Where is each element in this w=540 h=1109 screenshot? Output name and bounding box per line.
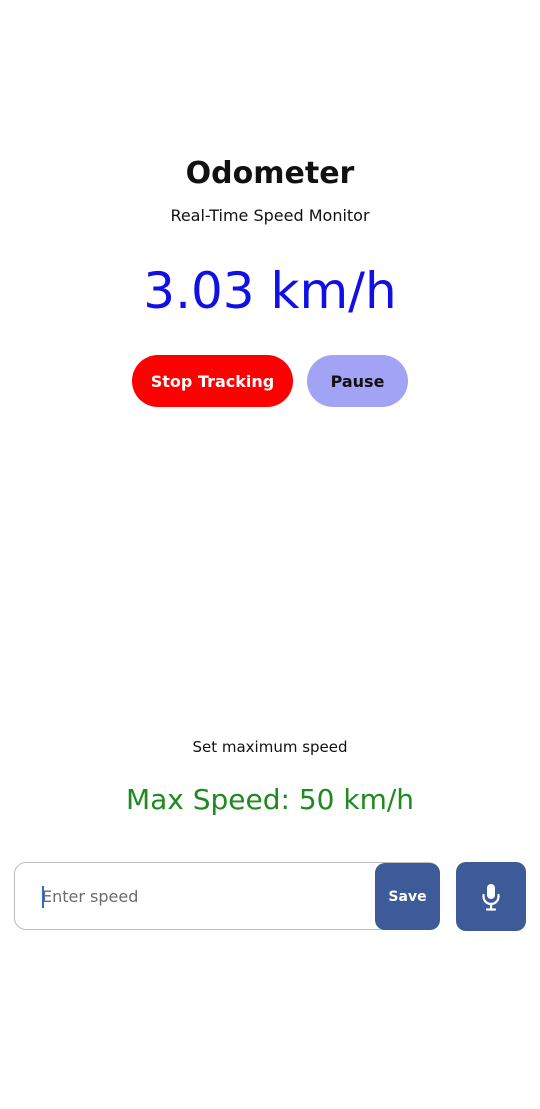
- speed-input[interactable]: [42, 863, 362, 929]
- current-speed-readout: 3.03 km/h: [143, 262, 397, 320]
- set-max-speed-label: Set maximum speed: [192, 738, 348, 756]
- page-title: Odometer: [185, 156, 355, 191]
- text-cursor: [42, 886, 44, 908]
- microphone-icon: [482, 883, 500, 911]
- pause-button[interactable]: Pause: [307, 355, 408, 407]
- save-button[interactable]: Save: [375, 863, 440, 930]
- max-speed-readout: Max Speed: 50 km/h: [125, 783, 415, 816]
- page-subtitle: Real-Time Speed Monitor: [170, 206, 370, 225]
- stop-tracking-button[interactable]: Stop Tracking: [132, 355, 293, 407]
- microphone-button[interactable]: [456, 862, 526, 931]
